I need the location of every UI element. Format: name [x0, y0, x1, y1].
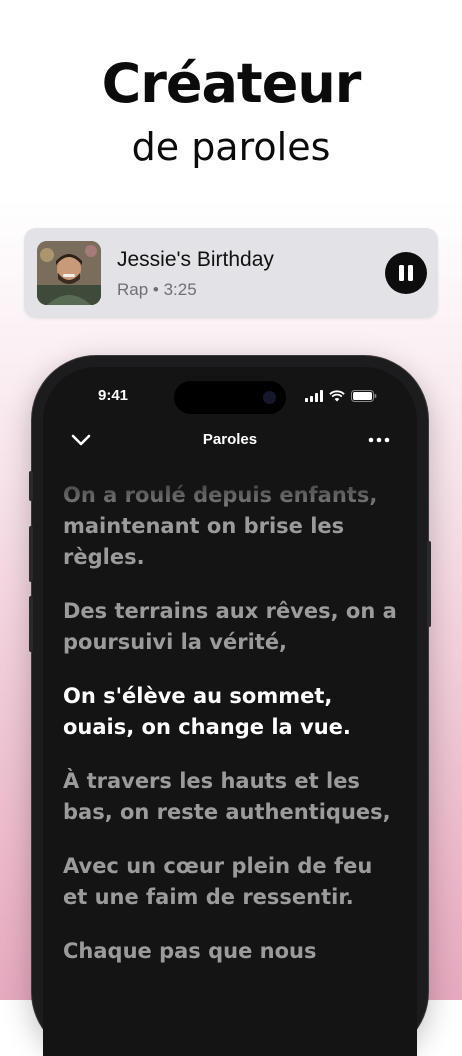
page-headline: Créateur — [101, 52, 362, 115]
lyrics-list: On a roulé depuis enfants, maintenant on… — [63, 480, 397, 990]
signal-icon — [305, 390, 323, 402]
phone-screen: 9:41 Paroles On a roulé depuis enfants, … — [43, 367, 417, 1056]
pause-button[interactable] — [385, 252, 427, 294]
phone-mockup: 9:41 Paroles On a roulé depuis enfants, … — [29, 356, 431, 1056]
status-icons — [305, 389, 377, 403]
lyric-line[interactable]: On a roulé depuis enfants, maintenant on… — [63, 480, 397, 573]
dynamic-island — [174, 381, 286, 414]
more-options-icon[interactable] — [367, 433, 391, 447]
lyric-line[interactable]: Des terrains aux rêves, on a poursuivi l… — [63, 596, 397, 658]
lyric-line-active[interactable]: On s'élève au sommet, ouais, on change l… — [63, 681, 397, 743]
status-time: 9:41 — [98, 387, 129, 404]
page-subheadline: de paroles — [131, 125, 331, 169]
track-meta: Rap • 3:25 — [117, 280, 197, 299]
lyric-line[interactable]: Avec un cœur plein de feu et une faim de… — [63, 851, 397, 913]
now-playing-card[interactable]: Jessie's Birthday Rap • 3:25 — [24, 228, 438, 318]
lyric-line[interactable]: Chaque pas que nous — [63, 936, 397, 967]
battery-icon — [351, 390, 377, 402]
wifi-icon — [329, 390, 345, 402]
album-cover — [37, 241, 101, 305]
lyric-line[interactable]: À travers les hauts et les bas, on reste… — [63, 766, 397, 828]
track-title: Jessie's Birthday — [117, 248, 274, 271]
pause-icon — [399, 265, 404, 281]
nav-title: Paroles — [202, 431, 258, 448]
